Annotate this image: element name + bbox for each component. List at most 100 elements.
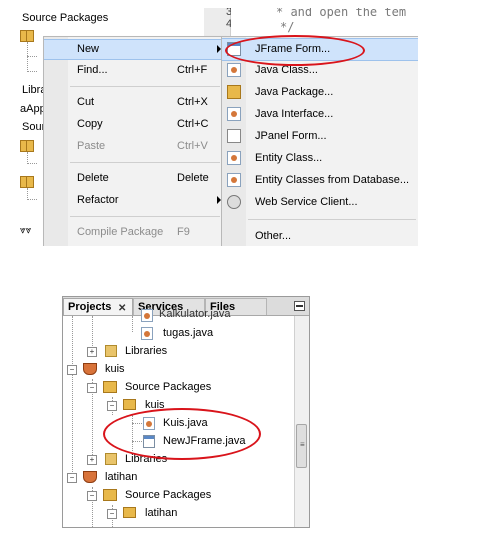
tree-line <box>27 71 37 72</box>
menu-item-shortcut: Ctrl+V <box>177 140 208 152</box>
scrollbar-thumb[interactable]: ≡ <box>296 424 307 468</box>
expand-icon[interactable]: + <box>87 347 97 357</box>
source-packages-icon <box>103 489 117 501</box>
projects-panel-screenshot: Projects ✕ Services Files Kalkulator.jav… <box>62 296 310 528</box>
submenu-item-label: JPanel Form... <box>255 130 327 142</box>
highlight-ellipse <box>103 408 261 460</box>
source-packages-label[interactable]: Source Packages <box>22 12 108 24</box>
submenu-item-label: Java Package... <box>255 86 334 98</box>
java-interface-icon <box>227 107 241 121</box>
submenu-item-java-interface[interactable]: Java Interface... <box>222 104 418 126</box>
tab-projects[interactable]: Projects ✕ <box>63 298 133 315</box>
source-packages-icon <box>103 381 117 393</box>
menu-item-shortcut: F9 <box>177 226 190 238</box>
submenu-item-label: Java Interface... <box>255 108 334 120</box>
tree-item-label: latihan <box>105 471 138 483</box>
menu-item-label: Delete <box>77 172 109 184</box>
menu-item-delete[interactable]: Delete Delete <box>44 169 224 189</box>
tree-line <box>27 199 37 200</box>
menu-item-label: New <box>77 43 100 55</box>
submenu-item-label: Other... <box>255 230 292 242</box>
submenu-item-web-service-client[interactable]: Web Service Client... <box>222 192 418 214</box>
context-menu-screenshot: Source Packages Libra aApp Sour ⩔⩔ 3 4 *… <box>18 8 418 246</box>
menu-item-label: Refactor <box>77 194 119 206</box>
menu-item-shortcut: Ctrl+C <box>177 118 209 130</box>
tree-item-label: Source Packages <box>125 489 212 501</box>
menu-item-label: Copy <box>77 118 103 130</box>
minimize-icon[interactable] <box>294 301 305 311</box>
app-label[interactable]: aApp <box>20 103 46 115</box>
menu-item-new[interactable]: New <box>44 39 224 60</box>
menu-item-cut[interactable]: Cut Ctrl+X <box>44 93 224 113</box>
menu-separator <box>70 86 220 87</box>
tree-item-label: Libraries <box>125 345 168 357</box>
tree-item-label: tugas.java <box>163 327 214 339</box>
libraries-icon <box>105 345 117 357</box>
menu-separator <box>70 216 220 217</box>
context-menu: New Find... Ctrl+F Cut Ctrl+X Copy Ctrl+… <box>43 36 225 246</box>
web-service-icon <box>227 195 241 209</box>
menu-separator <box>70 162 220 163</box>
java-file-icon <box>141 309 153 322</box>
menu-separator <box>248 219 416 220</box>
tree-item-label: Kalkulator.java <box>159 308 231 320</box>
jpanel-form-icon <box>227 129 241 143</box>
collapse-icon[interactable]: ⩔⩔ <box>20 225 31 236</box>
submenu-item-entity-classes-db[interactable]: Entity Classes from Database... <box>222 170 418 192</box>
menu-item-label: Find... <box>77 64 108 76</box>
vertical-scrollbar[interactable]: ≡ <box>294 316 309 527</box>
tree-item-label: kuis <box>105 363 125 375</box>
submenu-item-jpanel-form[interactable]: JPanel Form... <box>222 126 418 148</box>
submenu-item-java-package[interactable]: Java Package... <box>222 82 418 104</box>
collapse-icon[interactable]: − <box>67 473 77 483</box>
java-project-icon <box>83 471 97 483</box>
expand-icon[interactable]: + <box>87 455 97 465</box>
submenu-item-label: Web Service Client... <box>255 196 358 208</box>
package-icon <box>20 30 34 42</box>
libraries-icon <box>105 453 117 465</box>
code-comment: * and open the tem <box>276 8 407 19</box>
menu-item-find[interactable]: Find... Ctrl+F <box>44 61 224 81</box>
menu-item-label: Compile Package <box>77 226 164 238</box>
menu-item-label: Cut <box>77 96 95 108</box>
package-icon <box>123 507 136 518</box>
entity-db-icon <box>227 173 241 187</box>
submenu-item-other[interactable]: Other... <box>222 226 418 246</box>
menu-item-shortcut: Delete <box>177 172 209 184</box>
java-file-icon <box>141 327 153 340</box>
grip-icon: ≡ <box>300 440 305 449</box>
java-project-icon <box>83 363 97 375</box>
menu-item-copy[interactable]: Copy Ctrl+C <box>44 115 224 135</box>
collapse-icon[interactable]: − <box>87 491 97 501</box>
entity-class-icon <box>227 151 241 165</box>
tree-item-label: Source Packages <box>125 381 212 393</box>
tree-line <box>72 316 73 476</box>
tab-label: Projects <box>68 301 112 313</box>
package-icon <box>123 399 136 410</box>
collapse-icon[interactable]: − <box>87 383 97 393</box>
collapse-icon[interactable]: − <box>107 509 117 519</box>
submenu-item-label: Entity Class... <box>255 152 323 164</box>
menu-item-compile-package[interactable]: Compile Package F9 <box>44 223 224 243</box>
highlight-ellipse <box>225 35 365 66</box>
close-icon[interactable]: ✕ <box>118 303 126 314</box>
tree-line <box>27 56 37 57</box>
java-class-icon <box>227 63 241 77</box>
tree-line <box>27 163 37 164</box>
tree-line <box>132 316 133 332</box>
menu-item-refactor[interactable]: Refactor <box>44 191 224 211</box>
collapse-icon[interactable]: − <box>107 401 117 411</box>
tree-item-label: latihan <box>145 507 178 519</box>
submenu-item-entity-class[interactable]: Entity Class... <box>222 148 418 170</box>
java-package-icon <box>227 85 241 99</box>
new-submenu: JFrame Form... Java Class... Java Packag… <box>221 36 418 246</box>
submenu-item-label: Entity Classes from Database... <box>255 174 410 186</box>
package-icon <box>20 140 34 152</box>
menu-item-label: Paste <box>77 140 106 152</box>
tree-line <box>27 42 28 72</box>
source-label[interactable]: Sour <box>22 121 45 133</box>
menu-item-shortcut: Ctrl+F <box>177 64 208 76</box>
menu-item-paste[interactable]: Paste Ctrl+V <box>44 137 224 157</box>
collapse-icon[interactable]: − <box>67 365 77 375</box>
package-icon <box>20 176 34 188</box>
